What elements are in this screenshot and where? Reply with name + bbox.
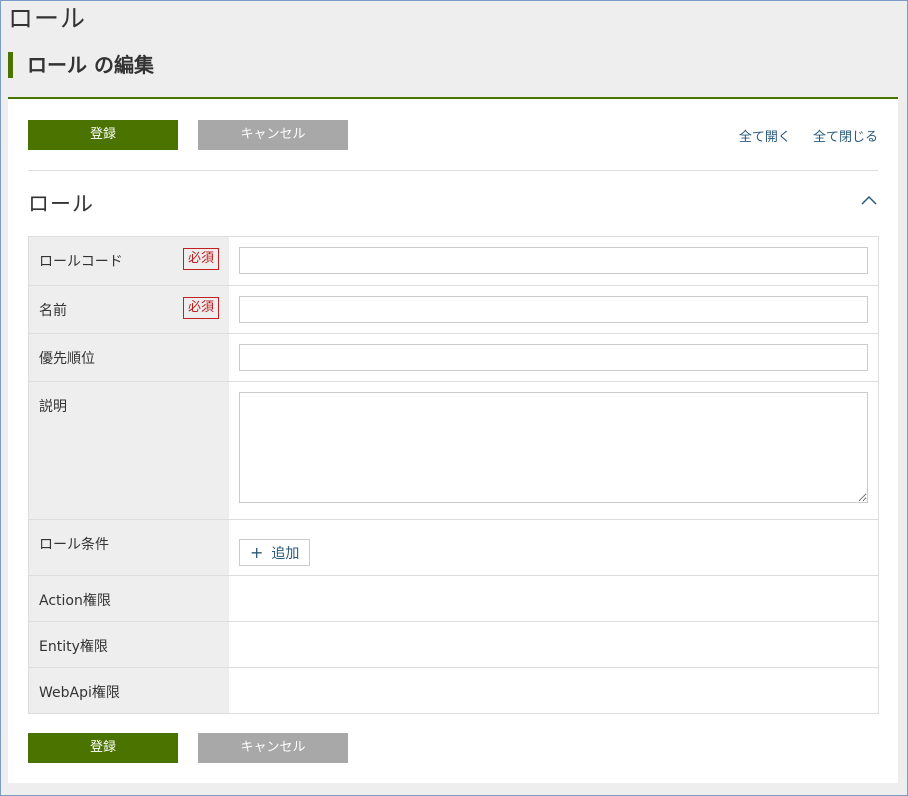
field-label-cell: 説明 (29, 382, 229, 519)
field-value-cell (229, 382, 878, 519)
field-label: 説明 (39, 399, 67, 415)
field-label-cell: Entity権限 (29, 622, 229, 667)
form-row-role-code: ロールコード 必須 (29, 237, 878, 285)
form-row-description: 説明 (29, 381, 878, 519)
section-title: ロール (28, 192, 94, 216)
collapse-all-link[interactable]: 全て閉じる (813, 130, 878, 145)
field-value-cell (229, 668, 878, 713)
field-value-cell (229, 334, 878, 381)
page-subtitle: ロール の編集 (8, 52, 154, 78)
plus-icon: + (250, 543, 264, 562)
field-label-cell: 優先順位 (29, 334, 229, 381)
form-row-role-conditions: ロール条件 + 追加 (29, 519, 878, 575)
chevron-up-icon[interactable] (861, 195, 877, 205)
main-panel: 登録 キャンセル 全て開く 全て閉じる ロール ロールコード 必須 名前 必須 (8, 99, 898, 783)
field-label: Entity権限 (39, 639, 108, 655)
field-label: Action権限 (39, 593, 111, 609)
field-label-cell: WebApi権限 (29, 668, 229, 713)
form-row-priority: 優先順位 (29, 333, 878, 381)
field-value-cell: + 追加 (229, 520, 878, 575)
role-code-input[interactable] (239, 247, 868, 274)
field-value-cell (229, 622, 878, 667)
field-label: ロール条件 (39, 537, 109, 553)
page-title: ロール (8, 4, 87, 33)
field-label: 優先順位 (39, 351, 95, 367)
field-label-cell: ロール条件 (29, 520, 229, 575)
toolbar-links: 全て開く 全て閉じる (721, 126, 878, 145)
save-button-top[interactable]: 登録 (28, 120, 178, 150)
field-value-cell (229, 286, 878, 333)
expand-all-link[interactable]: 全て開く (739, 130, 791, 145)
form-row-name: 名前 必須 (29, 285, 878, 333)
form-table: ロールコード 必須 名前 必須 優先順位 説明 ロール条件 + 追加 Actio… (28, 236, 879, 714)
form-row-entity-permissions: Entity権限 (29, 621, 878, 667)
divider (28, 170, 878, 171)
description-textarea[interactable] (239, 392, 868, 503)
field-label-cell: ロールコード 必須 (29, 237, 229, 285)
required-badge: 必須 (182, 248, 219, 270)
field-label: 名前 (39, 303, 67, 319)
field-value-cell (229, 237, 878, 285)
cancel-button-bottom[interactable]: キャンセル (198, 733, 348, 763)
cancel-button-top[interactable]: キャンセル (198, 120, 348, 150)
field-label: ロールコード (39, 254, 123, 270)
form-row-action-permissions: Action権限 (29, 575, 878, 621)
name-input[interactable] (239, 296, 868, 323)
required-badge: 必須 (182, 297, 219, 319)
field-label: WebApi権限 (39, 685, 120, 701)
form-row-webapi-permissions: WebApi権限 (29, 667, 878, 713)
priority-input[interactable] (239, 344, 868, 371)
field-label-cell: Action権限 (29, 576, 229, 621)
save-button-bottom[interactable]: 登録 (28, 733, 178, 763)
add-label: 追加 (271, 545, 300, 562)
field-label-cell: 名前 必須 (29, 286, 229, 333)
add-condition-button[interactable]: + 追加 (239, 539, 311, 566)
field-value-cell (229, 576, 878, 621)
